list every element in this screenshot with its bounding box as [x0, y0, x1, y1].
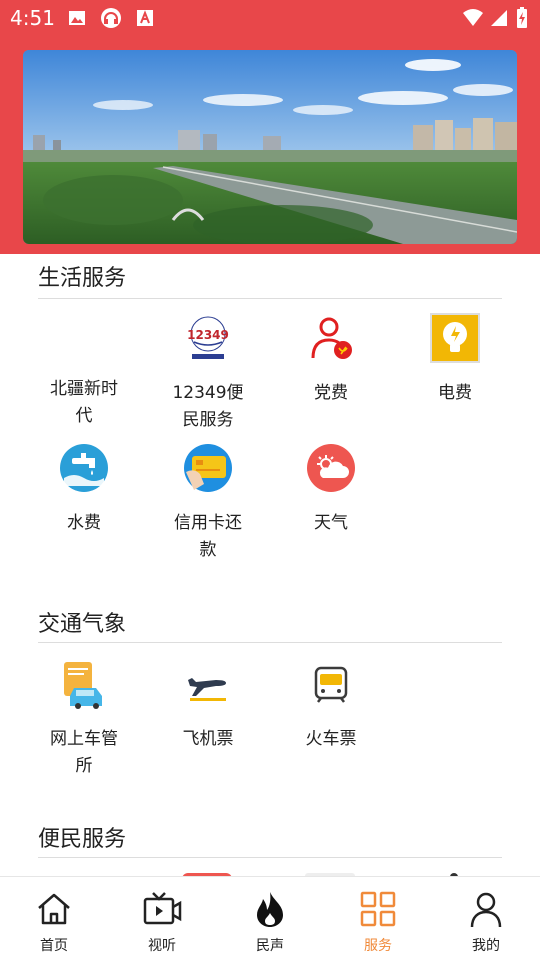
image-notification-icon: [69, 11, 85, 25]
grid-icon: [360, 891, 396, 927]
water-faucet-icon: [60, 444, 108, 492]
tab-public-voice[interactable]: 民声: [216, 877, 324, 961]
service-label: 北疆新时代: [50, 379, 118, 426]
airplane-icon: [188, 678, 226, 701]
service-label: 天气: [314, 513, 348, 533]
service-label: 12349便民服务: [172, 383, 244, 430]
service-label: 电费: [438, 383, 472, 403]
section-divider: [38, 857, 502, 858]
service-label: 火车票: [305, 729, 357, 749]
section-divider: [38, 298, 502, 299]
service-beijiang-new-era[interactable]: 北疆新时代: [22, 312, 146, 430]
tv-icon: [143, 892, 182, 925]
battery-charging-icon: [517, 7, 527, 28]
service-label: 网上车管所: [50, 729, 118, 776]
service-credit-card[interactable]: 信用卡还款: [146, 442, 270, 564]
section-title-convenience-services: 便民服务: [38, 827, 127, 852]
service-water[interactable]: 水费: [22, 442, 146, 537]
font-notification-icon: [137, 10, 153, 26]
service-train-tickets[interactable]: 火车票: [269, 658, 393, 753]
svg-text:12349: 12349: [187, 328, 229, 342]
wifi-icon: [463, 9, 483, 26]
lightbulb-icon: [430, 313, 480, 363]
tab-label: 民声: [256, 938, 284, 954]
user-icon: [470, 892, 502, 928]
flame-icon: [257, 892, 283, 927]
tab-label: 我的: [472, 938, 500, 954]
service-party-dues[interactable]: 党费: [269, 312, 393, 407]
credit-card-icon: [184, 444, 232, 492]
service-12349[interactable]: 12349 12349便民服务: [146, 312, 270, 434]
home-icon: [38, 893, 70, 925]
signal-icon: [491, 10, 507, 26]
service-electricity[interactable]: 电费: [393, 312, 517, 407]
service-vehicle-management[interactable]: 网上车管所: [22, 658, 146, 780]
status-time: 4:51: [10, 6, 55, 30]
bottom-tab-bar: 首页 视听 民声 服务 我的: [0, 876, 540, 961]
tab-label: 视听: [148, 938, 176, 954]
blank-icon: [58, 312, 110, 364]
tab-home[interactable]: 首页: [0, 877, 108, 961]
section-divider: [38, 642, 502, 643]
headset-notification-icon: [101, 8, 121, 28]
weather-icon: [307, 444, 355, 492]
city-banner-image[interactable]: [23, 50, 517, 244]
section-title-transport-weather: 交通气象: [38, 612, 127, 637]
car-clipboard-icon: [64, 662, 102, 709]
service-label: 水费: [67, 513, 101, 533]
service-weather[interactable]: 天气: [269, 442, 393, 537]
tab-profile[interactable]: 我的: [432, 877, 540, 961]
tab-label: 首页: [40, 938, 68, 954]
section-title-life-services: 生活服务: [38, 266, 127, 291]
tab-label: 服务: [364, 938, 392, 954]
service-flight-tickets[interactable]: 飞机票: [146, 658, 270, 753]
train-icon: [314, 666, 348, 703]
services-content[interactable]: 生活服务 北疆新时代 12349 12349便民服务 党费 电费 水费 信用卡还…: [0, 254, 540, 876]
service-label: 党费: [314, 383, 348, 403]
party-member-icon: [311, 317, 352, 359]
status-bar: 4:51: [0, 0, 540, 36]
tab-services[interactable]: 服务: [324, 877, 432, 961]
tab-media[interactable]: 视听: [108, 877, 216, 961]
service-label: 飞机票: [182, 729, 234, 749]
12349-logo-icon: 12349: [187, 316, 229, 359]
service-label: 信用卡还款: [174, 513, 242, 560]
